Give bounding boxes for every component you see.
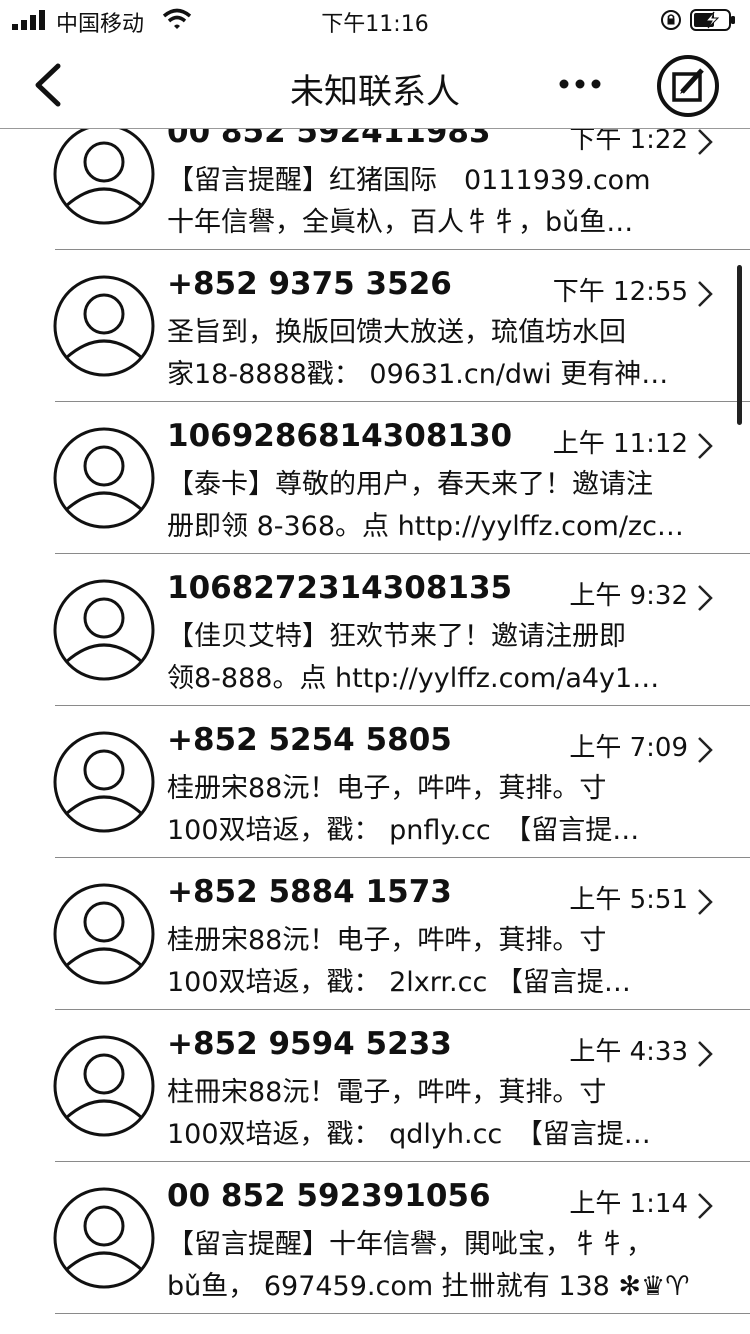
message-preview: bǔ鱼， 697459.com 扗卌就有 138 ✻♛♈ (167, 1271, 690, 1302)
timestamp: 上午 11:12 (552, 429, 688, 459)
message-preview: 【留言提醒】红猪国际 0111939.com (167, 165, 651, 196)
chevron-right-icon (698, 281, 713, 307)
message-preview: 桂册宋88沅！电子，吽吽，萁排。寸 (167, 773, 607, 804)
status-time: 下午11:16 (321, 12, 429, 37)
timestamp: 上午 7:09 (569, 733, 688, 763)
message-preview: 【泰卡】尊敬的用户，春天来了！邀请注 (167, 469, 653, 500)
sender: +852 9375 3526 (167, 266, 452, 302)
list-item[interactable]: 1069286814308130 上午 11:12 【泰卡】尊敬的用户，春天来了… (0, 402, 750, 554)
more-icon[interactable] (558, 78, 602, 90)
sender: +852 5884 1573 (167, 874, 452, 910)
avatar (53, 1187, 155, 1289)
battery-charging-icon (690, 9, 735, 31)
message-preview: 100双培返，戳： 2lxrr.cc 【留言提… (167, 967, 631, 998)
timestamp: 上午 1:14 (569, 1189, 688, 1219)
message-preview: 【佳贝艾特】狂欢节来了！邀请注册即 (167, 621, 626, 652)
message-preview: 十年信譽，全眞杁，百人牜牜，bǔ鱼… (167, 207, 634, 238)
avatar (53, 427, 155, 529)
avatar (53, 123, 155, 225)
message-preview: 柱冊宋88沅！電子，吽吽，萁排。寸 (167, 1077, 607, 1108)
avatar (53, 883, 155, 985)
message-preview: 圣旨到，换版回馈大放送，琉值坊水回 (167, 317, 626, 348)
compose-icon[interactable] (656, 54, 720, 118)
avatar (53, 1035, 155, 1137)
divider (55, 1313, 750, 1314)
sender: 1069286814308130 (167, 418, 513, 454)
nav-bar: 未知联系人 (0, 40, 750, 129)
message-preview: 桂册宋88沅！电子，吽吽，萁排。寸 (167, 925, 607, 956)
message-preview: 家18-8888戳： 09631.cn/dwi 更有神… (167, 359, 669, 390)
chevron-right-icon (698, 433, 713, 459)
timestamp: 上午 9:32 (569, 581, 688, 611)
avatar (53, 731, 155, 833)
chevron-right-icon (698, 889, 713, 915)
orientation-lock-icon (661, 10, 681, 30)
message-preview: 100双培返，戳： qdlyh.cc 【留言提… (167, 1119, 651, 1150)
list-item[interactable]: 1068272314308135 上午 9:32 【佳贝艾特】狂欢节来了！邀请注… (0, 554, 750, 706)
sender: 00 852 592391056 (167, 1178, 491, 1214)
status-bar: 中国移动 下午11:16 (0, 0, 750, 40)
list-item[interactable]: +852 9594 5233 上午 4:33 柱冊宋88沅！電子，吽吽，萁排。寸… (0, 1010, 750, 1162)
message-preview: 【留言提醒】十年信譽，閧呲宝，牜牜， (167, 1229, 653, 1260)
avatar (53, 579, 155, 681)
message-preview: 册即领 8-368。点 http://yylffz.com/zc… (167, 511, 684, 542)
message-preview: 领8-888。点 http://yylffz.com/a4y1… (167, 663, 660, 694)
sender: +852 9594 5233 (167, 1026, 452, 1062)
chevron-right-icon (698, 129, 713, 155)
avatar (53, 275, 155, 377)
chevron-right-icon (698, 1041, 713, 1067)
timestamp: 下午 12:55 (552, 277, 688, 307)
page-title: 未知联系人 (290, 72, 460, 112)
sender: +852 5254 5805 (167, 722, 452, 758)
list-item[interactable]: +852 5884 1573 上午 5:51 桂册宋88沅！电子，吽吽，萁排。寸… (0, 858, 750, 1010)
list-item[interactable]: +852 9375 3526 下午 12:55 圣旨到，换版回馈大放送，琉值坊水… (0, 250, 750, 402)
list-item[interactable]: 00 852 592391056 上午 1:14 【留言提醒】十年信譽，閧呲宝，… (0, 1162, 750, 1314)
chevron-right-icon (698, 585, 713, 611)
chevron-right-icon (698, 1193, 713, 1219)
message-preview: 100双培返，戳： pnfly.cc 【留言提… (167, 815, 640, 846)
timestamp: 上午 5:51 (569, 885, 688, 915)
message-list[interactable]: 00 852 592411983 下午 1:22 【留言提醒】红猪国际 0111… (0, 0, 750, 1334)
chevron-right-icon (698, 737, 713, 763)
scrollbar[interactable] (737, 265, 742, 425)
sender: 1068272314308135 (167, 570, 513, 606)
list-item[interactable]: +852 5254 5805 上午 7:09 桂册宋88沅！电子，吽吽，萁排。寸… (0, 706, 750, 858)
timestamp: 上午 4:33 (569, 1037, 688, 1067)
